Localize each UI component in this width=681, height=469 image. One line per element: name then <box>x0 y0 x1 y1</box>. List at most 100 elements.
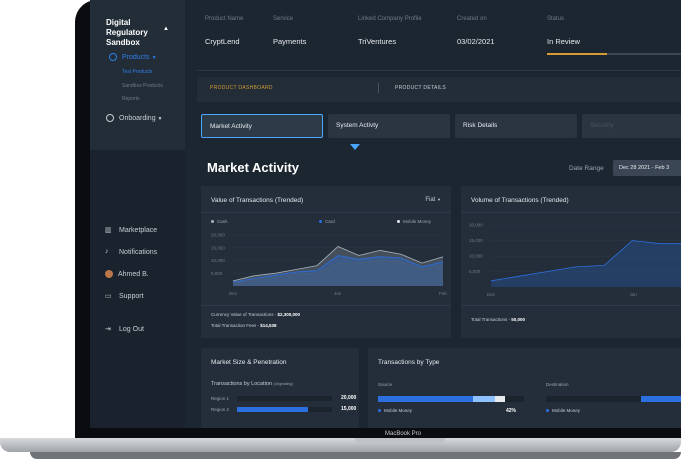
logout-icon: ⇥ <box>105 326 111 333</box>
date-range-label: Date Range <box>569 165 604 172</box>
tab-product-dashboard[interactable]: PRODUCT DASHBOARD <box>210 85 273 91</box>
y-tick-label: 10,000 <box>211 258 225 263</box>
card-market-size: Market Size & Penetration Transactions b… <box>201 348 359 428</box>
dropdown-value: Fiat <box>425 197 436 203</box>
sidebar-item-notifications[interactable]: ♪ Notifications <box>105 248 157 256</box>
page-title: Market Activity <box>207 160 299 175</box>
y-tick-label: 20,000 <box>211 233 225 238</box>
bar-track <box>237 396 332 401</box>
chevron-up-icon[interactable]: ▲ <box>163 26 169 32</box>
x-tick-label: Jan <box>334 291 342 296</box>
y-tick-label: 15,000 <box>211 245 225 250</box>
onboarding-icon <box>106 114 114 122</box>
summary-label: Total Transactions - <box>471 317 512 322</box>
card-title: Transactions by Type <box>378 359 440 366</box>
x-tick-label: Dec <box>487 292 496 297</box>
laptop-base-shadow <box>30 452 681 459</box>
legend-label: Mobile Money <box>384 408 413 413</box>
location-subtitle: Transactions by Location (Originating) <box>211 381 293 387</box>
laptop-base <box>0 438 681 452</box>
sidebar-item-profile[interactable]: Ahmed B. <box>105 270 149 278</box>
legend-swatch <box>397 220 400 224</box>
card-title: Market Size & Penetration <box>211 359 287 366</box>
subtab-system-activity[interactable]: System Activty <box>328 114 450 138</box>
row-value: 20,000 <box>341 395 357 401</box>
active-tab-indicator <box>350 144 360 150</box>
summary-value: $14,538 <box>260 323 277 328</box>
brand-title[interactable]: Digital Regulatory Sandbox <box>106 18 172 48</box>
legend-swatch <box>211 220 214 224</box>
legend-swatch <box>546 409 549 413</box>
legend-label: Mobile Money <box>403 219 432 224</box>
sidebar-item-label: Support <box>119 292 144 300</box>
sidebar-item-label: Products <box>122 53 150 61</box>
y-tick-label: 5,000 <box>211 271 223 276</box>
card-title: Value of Transactions (Trended) <box>211 197 304 204</box>
sidebar: Digital Regulatory Sandbox ▲ Products ▼ … <box>90 0 185 428</box>
legend-label: Card <box>325 219 335 224</box>
volume-trend-chart: 20,000 15,000 10,000 5,000 Dec Jan <box>469 223 681 297</box>
products-icon <box>109 53 117 61</box>
y-tick-label: 15,000 <box>469 238 483 243</box>
subtab-market-activity[interactable]: Market Activity <box>201 114 323 138</box>
legend-label: Mobile Money <box>552 408 581 413</box>
label-service: Service <box>273 16 294 22</box>
sidebar-item-marketplace[interactable]: ▥ Marketplace <box>105 226 157 234</box>
summary-value: 50,000 <box>511 317 526 322</box>
x-tick-label: Dec <box>229 291 238 296</box>
segment-mobile-money <box>641 396 681 402</box>
label-product-name: Product Name <box>205 16 244 22</box>
logout-button[interactable]: ⇥ Log Out <box>105 325 144 333</box>
sidebar-item-products[interactable]: Products ▼ <box>109 53 157 61</box>
subtab-risk-details[interactable]: Risk Details <box>455 114 577 138</box>
logout-label: Log Out <box>119 325 144 333</box>
divider <box>461 212 681 213</box>
row-label: Region 2 <box>211 407 230 412</box>
sidebar-item-label: Marketplace <box>119 226 158 234</box>
source-legend-item: Mobile Money <box>378 408 412 413</box>
segment-3 <box>495 396 505 402</box>
app-screen: Digital Regulatory Sandbox ▲ Products ▼ … <box>90 0 681 428</box>
y-tick-label: 20,000 <box>469 223 483 228</box>
status-progress-fill <box>547 53 608 55</box>
legend-cash: Cash <box>211 219 228 224</box>
chevron-down-icon: ▼ <box>157 115 163 122</box>
laptop-label: MacBook Pro <box>385 431 422 437</box>
series-area <box>491 240 681 287</box>
summary-value: $2,300,000 <box>277 312 300 317</box>
label-linked-company: Linked Company Profile <box>358 16 422 22</box>
value-product-name: CryptLend <box>205 37 240 46</box>
tab-product-details[interactable]: PRODUCT DETAILS <box>395 85 446 91</box>
destination-stacked-bar <box>546 396 681 402</box>
legend-swatch <box>378 409 381 413</box>
subtitle-note: (Originating) <box>273 382 293 386</box>
divider <box>197 70 681 71</box>
currency-dropdown[interactable]: Fiat ▼ <box>425 197 441 203</box>
legend-swatch <box>319 220 322 224</box>
total-transactions-summary: Total Transactions - 50,000 <box>471 317 525 322</box>
date-range-picker[interactable]: Dec 28 2021 - Feb 3 <box>613 160 681 176</box>
sidebar-subitem-test-products[interactable]: Test Products <box>122 69 152 75</box>
sidebar-item-support[interactable]: ▭ Support <box>105 292 144 300</box>
subtitle-text: Transactions by Location <box>211 381 272 387</box>
segment-2 <box>473 396 495 402</box>
legend-mobile-money: Mobile Money <box>397 219 431 224</box>
card-transactions-by-type: Transactions by Type Source Destination … <box>368 348 681 428</box>
source-label: Source <box>378 382 393 387</box>
legend-card: Card <box>319 219 335 224</box>
location-row: Region 1 20,000 <box>211 395 356 401</box>
value-created-on: 03/02/2021 <box>457 37 495 46</box>
x-tick-label: Feb <box>439 291 447 296</box>
destination-label: Destination <box>546 382 569 387</box>
sidebar-subitem-reports[interactable]: Reports <box>122 96 140 102</box>
sidebar-subitem-sandbox-products[interactable]: Sandbox Products <box>122 83 163 89</box>
sidebar-item-label: Onboarding <box>119 114 156 122</box>
sidebar-item-label: Ahmed B. <box>118 270 149 278</box>
subtab-security[interactable]: Security <box>582 114 681 138</box>
status-progress-bar <box>547 53 681 55</box>
source-stacked-bar <box>378 396 524 402</box>
sidebar-item-onboarding[interactable]: Onboarding ▼ <box>106 114 163 122</box>
source-percentage: 42% <box>506 408 517 414</box>
chevron-down-icon: ▼ <box>437 197 441 202</box>
divider <box>201 212 451 213</box>
